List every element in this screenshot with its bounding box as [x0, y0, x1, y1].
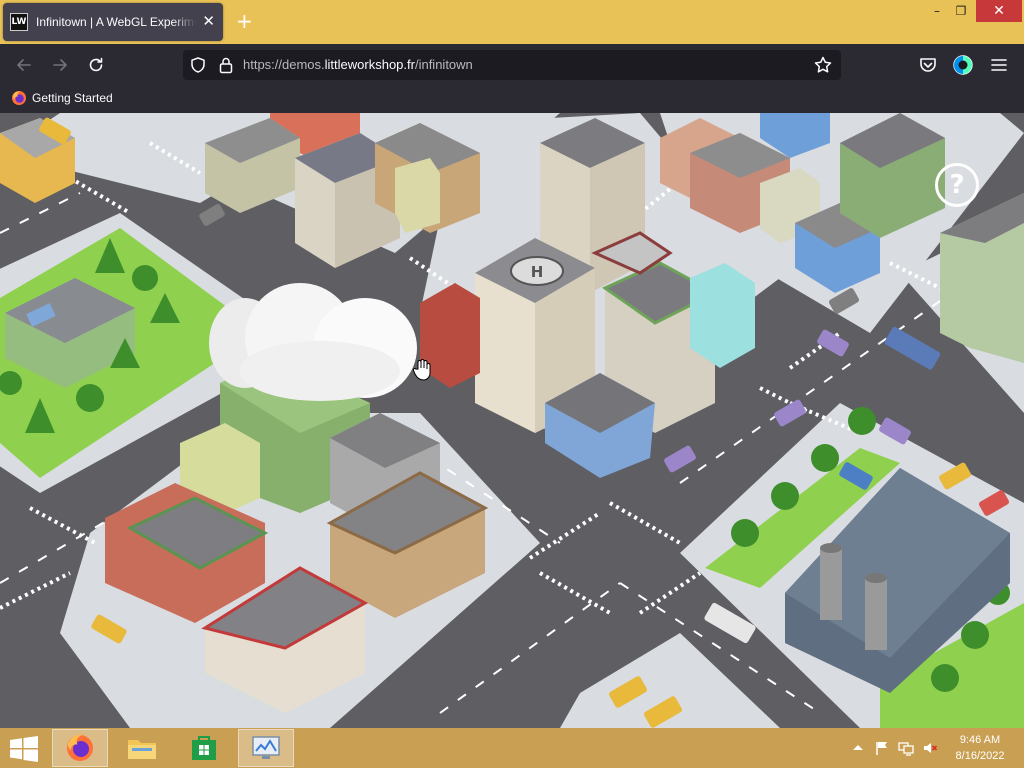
- arrow-right-icon: [53, 59, 67, 71]
- firefox-logo-icon: [12, 91, 26, 105]
- taskbar: 9:46 AM 8/16/2022: [0, 728, 1024, 768]
- reload-icon: [89, 57, 103, 72]
- tab-infinitown[interactable]: LW Infinitown | A WebGL Experiment ✕: [3, 3, 223, 41]
- tab-title: Infinitown | A WebGL Experiment: [36, 15, 196, 29]
- help-button[interactable]: ?: [935, 163, 979, 207]
- show-hidden-icons-chevron-icon[interactable]: [850, 740, 866, 756]
- action-center-flag-icon[interactable]: [874, 740, 890, 756]
- forward-button[interactable]: [48, 53, 72, 77]
- restore-button[interactable]: ❐: [944, 0, 978, 22]
- taskbar-firefox[interactable]: [52, 729, 108, 767]
- title-bar: LW Infinitown | A WebGL Experiment ✕ + –…: [0, 0, 1024, 44]
- firefox-icon: [67, 734, 93, 761]
- bookmark-label: Getting Started: [32, 91, 113, 105]
- taskbar-file-explorer[interactable]: [114, 729, 170, 767]
- arrow-left-icon: [17, 59, 31, 71]
- close-window-button[interactable]: ✕: [976, 0, 1022, 22]
- windows-start-icon[interactable]: [8, 736, 40, 762]
- url-path: /infinitown: [414, 57, 473, 72]
- tracking-protection-shield-icon[interactable]: [189, 56, 207, 74]
- folder-icon: [128, 740, 156, 759]
- volume-muted-icon[interactable]: [922, 740, 938, 756]
- url-domain: littleworkshop.fr: [324, 57, 415, 72]
- tab-close-icon[interactable]: ✕: [202, 13, 215, 30]
- menu-hamburger-icon[interactable]: [988, 54, 1010, 76]
- clock-time: 9:46 AM: [959, 734, 1001, 746]
- address-bar[interactable]: https://demos.littleworkshop.fr/infinito…: [183, 50, 841, 80]
- webgl-canvas[interactable]: H ?: [0, 113, 1024, 728]
- taskbar-control-panel[interactable]: [238, 729, 294, 767]
- city-scene: H: [0, 113, 1024, 728]
- account-avatar-icon[interactable]: [952, 54, 974, 76]
- url-prefix: https://demos.: [243, 57, 325, 72]
- bookmark-star-icon[interactable]: [813, 55, 833, 75]
- svg-text:H: H: [531, 263, 544, 281]
- back-button[interactable]: [12, 53, 36, 77]
- new-tab-button[interactable]: +: [236, 10, 253, 32]
- taskbar-store[interactable]: [176, 729, 232, 767]
- bookmarks-toolbar: Getting Started: [0, 86, 1024, 113]
- site-favicon-icon: LW: [10, 13, 28, 31]
- system-clock[interactable]: 9:46 AM 8/16/2022: [940, 732, 1020, 764]
- url-text[interactable]: https://demos.littleworkshop.fr/infinito…: [243, 57, 473, 72]
- lock-icon[interactable]: [219, 56, 233, 74]
- store-icon: [192, 736, 216, 760]
- clock-date: 8/16/2022: [955, 750, 1005, 762]
- network-icon[interactable]: [898, 740, 914, 756]
- hand-cursor-icon: [412, 359, 431, 381]
- bookmark-getting-started[interactable]: Getting Started: [11, 90, 113, 106]
- pocket-icon[interactable]: [917, 54, 939, 76]
- reload-button[interactable]: [84, 53, 108, 77]
- navigation-toolbar: https://demos.littleworkshop.fr/infinito…: [0, 44, 1024, 86]
- monitor-chart-icon: [252, 736, 280, 759]
